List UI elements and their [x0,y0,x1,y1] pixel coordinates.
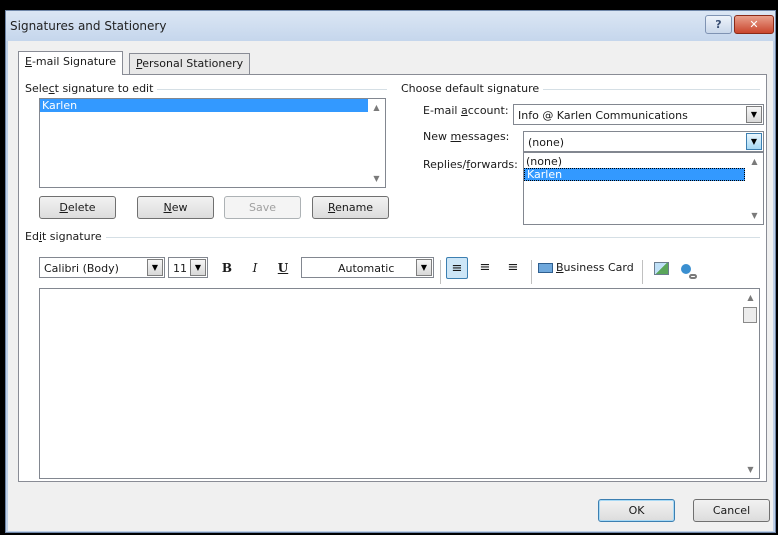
rename-button[interactable]: Rename [312,196,389,219]
scroll-down-arrow-icon[interactable]: ▼ [742,465,759,474]
chevron-down-icon[interactable]: ▼ [746,106,762,123]
chevron-down-icon[interactable]: ▼ [147,259,163,276]
picture-icon [653,262,669,275]
scroll-thumb[interactable] [743,307,757,323]
chevron-down-icon[interactable]: ▼ [190,259,206,276]
toolbar-separator [531,260,532,284]
font-value: Calibri (Body) [44,262,119,275]
signature-editor[interactable]: ▲ ▼ [39,288,760,479]
chevron-down-icon[interactable]: ▼ [416,259,432,276]
align-center-icon[interactable]: ≡ [474,257,496,279]
font-size-select[interactable]: 11 ▼ [168,257,208,278]
hyperlink-icon [681,263,691,274]
font-color-value: Automatic [338,262,395,275]
dialog-title: Signatures and Stationery [10,19,167,33]
insert-picture-button[interactable] [650,257,672,279]
signature-list-item[interactable]: Karlen [40,99,385,112]
ok-button[interactable]: OK [598,499,675,522]
italic-button[interactable]: I [244,257,266,279]
save-button[interactable]: Save [224,196,301,219]
default-signature-label: Choose default signature [401,82,544,95]
align-right-icon[interactable]: ≡ [502,257,524,279]
scroll-down-arrow-icon[interactable]: ▼ [368,174,385,183]
underline-button[interactable]: U [272,257,294,279]
new-messages-select[interactable]: (none) ▼ [523,131,764,152]
dropdown-option-none[interactable]: (none) [524,155,763,168]
new-messages-label: New messages: [423,130,510,143]
align-left-icon[interactable]: ≡ [446,257,468,279]
font-color-select[interactable]: Automatic ▼ [301,257,434,278]
new-button[interactable]: New [137,196,214,219]
cancel-button[interactable]: Cancel [693,499,770,522]
dropdown-option-karlen[interactable]: Karlen [524,168,745,181]
close-button[interactable]: ✕ [734,15,774,34]
font-select[interactable]: Calibri (Body) ▼ [39,257,165,278]
dialog-client: E-mail Signature Personal Stationery Sel… [8,41,773,531]
help-button[interactable]: ? [705,15,732,34]
select-signature-label: Select signature to edit [25,82,158,95]
email-account-value: Info @ Karlen Communications [518,109,688,122]
chain-link-icon [689,274,697,279]
dropdown-scrollbar[interactable]: ▲ ▼ [746,153,763,224]
tab-email-signature[interactable]: E-mail Signature [18,51,124,75]
delete-button[interactable]: Delete [39,196,116,219]
new-messages-value: (none) [528,136,565,149]
tab-personal-stationery[interactable]: Personal Stationery [129,53,251,74]
scroll-up-arrow-icon[interactable]: ▲ [746,157,763,166]
insert-hyperlink-button[interactable] [678,257,700,279]
edit-signature-divider [28,237,760,238]
editor-scrollbar[interactable]: ▲ ▼ [742,289,759,478]
scroll-down-arrow-icon[interactable]: ▼ [746,211,763,220]
scroll-up-arrow-icon[interactable]: ▲ [742,293,759,302]
signature-list[interactable]: Karlen ▲ ▼ [39,98,386,188]
scroll-up-arrow-icon[interactable]: ▲ [368,103,385,112]
signature-list-scrollbar[interactable]: ▲ ▼ [368,99,385,187]
title-bar[interactable]: Signatures and Stationery ? ✕ [6,11,775,41]
edit-signature-label: Edit signature [25,230,106,243]
chevron-down-icon[interactable]: ▼ [746,133,762,150]
bold-button[interactable]: B [216,257,238,279]
new-messages-dropdown-list[interactable]: (none) Karlen ▲ ▼ [523,152,764,225]
replies-forwards-label: Replies/forwards: [423,158,518,171]
email-account-label: E-mail account: [423,104,509,117]
signatures-dialog: Signatures and Stationery ? ✕ E-mail Sig… [5,10,776,533]
business-card-button[interactable]: Business Card [538,257,636,279]
toolbar-separator [440,260,441,284]
toolbar-separator [642,260,643,284]
font-size-value: 11 [173,262,187,275]
email-account-select[interactable]: Info @ Karlen Communications ▼ [513,104,764,125]
business-card-icon [538,263,553,273]
